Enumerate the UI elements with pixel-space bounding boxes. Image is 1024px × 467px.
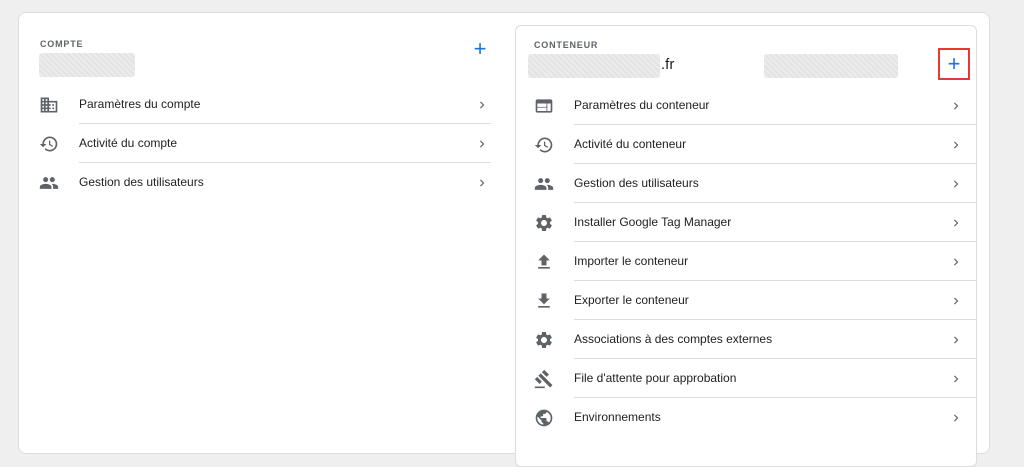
gavel-icon <box>534 369 554 389</box>
add-account-button[interactable]: + <box>466 35 494 63</box>
account-activity-label: Activité du compte <box>79 136 178 150</box>
export-container-label: Exporter le conteneur <box>574 293 689 307</box>
account-name-redacted <box>39 53 135 77</box>
install-gtm-label: Installer Google Tag Manager <box>574 215 732 229</box>
account-menu: Paramètres du compte Activité du compte … <box>19 85 511 202</box>
import-container-item[interactable]: Importer le conteneur <box>516 242 976 281</box>
account-user-management-item[interactable]: Gestion des utilisateurs <box>19 163 511 202</box>
history-icon <box>534 135 554 155</box>
container-activity-item[interactable]: Activité du conteneur <box>516 125 976 164</box>
account-activity-item[interactable]: Activité du compte <box>19 124 511 163</box>
container-user-management-item[interactable]: Gestion des utilisateurs <box>516 164 976 203</box>
export-container-item[interactable]: Exporter le conteneur <box>516 281 976 320</box>
chevron-right-icon <box>949 99 963 113</box>
external-accounts-label: Associations à des comptes externes <box>574 332 773 346</box>
gear-icon <box>534 213 554 233</box>
web-window-icon <box>534 96 554 116</box>
environments-item[interactable]: Environnements <box>516 398 976 437</box>
account-user-management-label: Gestion des utilisateurs <box>79 175 204 189</box>
history-icon <box>39 134 59 154</box>
account-settings-item[interactable]: Paramètres du compte <box>19 85 511 124</box>
environments-label: Environnements <box>574 410 661 424</box>
container-settings-item[interactable]: Paramètres du conteneur <box>516 86 976 125</box>
external-accounts-item[interactable]: Associations à des comptes externes <box>516 320 976 359</box>
chevron-right-icon <box>949 138 963 152</box>
chevron-right-icon <box>949 216 963 230</box>
install-gtm-item[interactable]: Installer Google Tag Manager <box>516 203 976 242</box>
download-icon <box>534 291 554 311</box>
chevron-right-icon <box>949 255 963 269</box>
approval-queue-label: File d'attente pour approbation <box>574 371 737 385</box>
container-user-management-label: Gestion des utilisateurs <box>574 176 699 190</box>
container-id-redacted <box>764 54 898 78</box>
account-settings-label: Paramètres du compte <box>79 97 201 111</box>
upload-icon <box>534 252 554 272</box>
building-icon <box>39 95 59 115</box>
chevron-right-icon <box>949 372 963 386</box>
container-name-redacted <box>528 54 660 78</box>
people-icon <box>39 173 59 193</box>
admin-card: COMPTE + Paramètres du compte Activité d… <box>18 12 990 467</box>
container-settings-label: Paramètres du conteneur <box>574 98 710 112</box>
people-icon <box>534 174 554 194</box>
chevron-right-icon <box>949 333 963 347</box>
globe-icon <box>534 408 554 428</box>
gear-icon <box>534 330 554 350</box>
container-activity-label: Activité du conteneur <box>574 137 687 151</box>
chevron-right-icon <box>949 294 963 308</box>
chevron-right-icon <box>475 98 489 112</box>
container-menu: Paramètres du conteneur Activité du cont… <box>516 86 976 437</box>
add-container-button[interactable]: + <box>938 48 970 80</box>
container-name-suffix: .fr <box>661 56 675 73</box>
account-label: COMPTE <box>40 39 84 49</box>
chevron-right-icon <box>475 137 489 151</box>
import-container-label: Importer le conteneur <box>574 254 689 268</box>
chevron-right-icon <box>475 176 489 190</box>
approval-queue-item[interactable]: File d'attente pour approbation <box>516 359 976 398</box>
container-label: CONTENEUR <box>534 40 599 50</box>
container-panel: CONTENEUR .fr + Paramètres du conteneur … <box>515 25 977 467</box>
chevron-right-icon <box>949 411 963 425</box>
chevron-right-icon <box>949 177 963 191</box>
